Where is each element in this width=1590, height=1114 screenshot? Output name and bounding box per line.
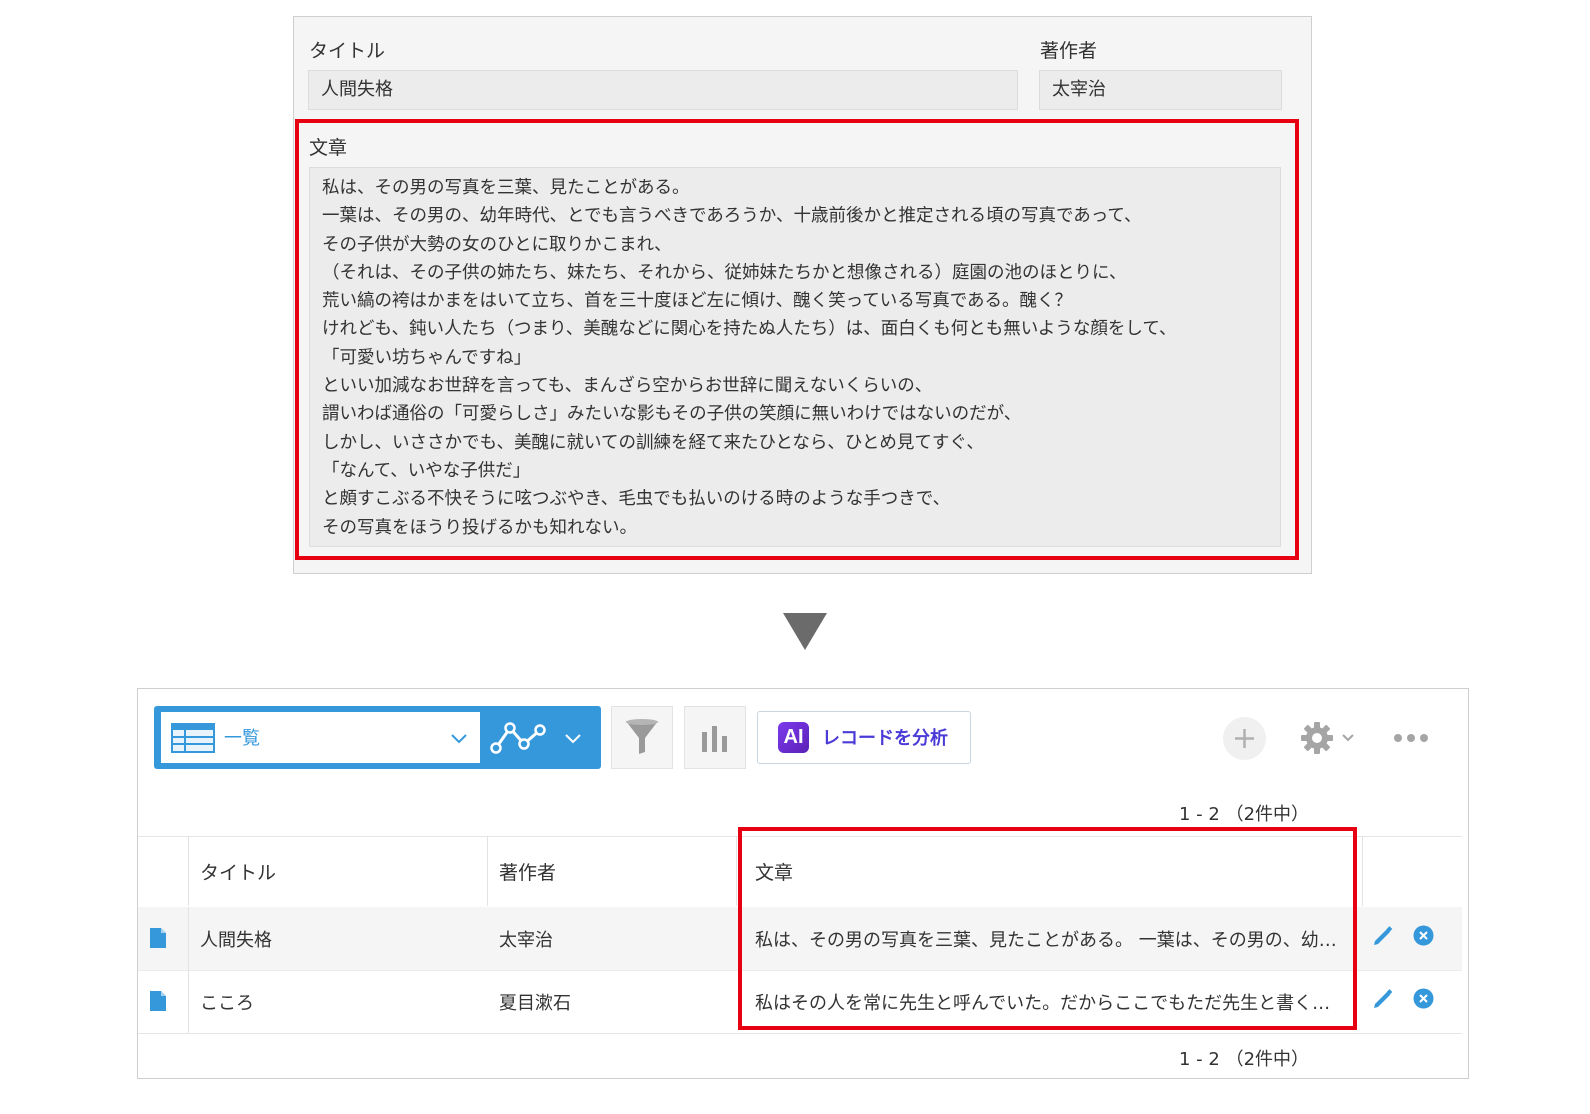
edit-pencil-icon[interactable]: [1372, 988, 1394, 1010]
body-text-line: （それは、その子供の姉たち、妹たち、それから、従姉妹たちかと想像される）庭園の池…: [322, 262, 1127, 283]
title-field-label: タイトル: [309, 40, 386, 62]
table-bottom-border: [138, 1033, 1462, 1034]
body-text-line: しかし、いささかでも、美醜に就いての訓練を経て来たひとなら、ひとめ見てすぐ、: [322, 432, 984, 453]
row-divider: [188, 970, 189, 1033]
cell-author: 太宰治: [499, 930, 553, 951]
pagination-top: 1 - 2 （2件中）: [1179, 804, 1310, 825]
body-text-line: 私は、その男の写真を三葉、見たことがある。: [322, 178, 690, 198]
column-header-title[interactable]: タイトル: [200, 858, 276, 885]
filter-icon: [626, 719, 658, 754]
cell-title: こころ: [200, 993, 254, 1014]
author-field-label: 著作者: [1040, 40, 1098, 62]
pagination-bottom: 1 - 2 （2件中）: [1179, 1049, 1310, 1070]
plus-icon: [1235, 729, 1254, 748]
cell-author: 夏目漱石: [499, 993, 571, 1014]
column-divider: [188, 836, 189, 906]
title-field-value: 人間失格: [308, 70, 1018, 110]
cell-body: 私はその人を常に先生と呼んでいた。だからここでもただ先生と書く…: [755, 993, 1331, 1014]
record-detail-icon[interactable]: [150, 928, 166, 948]
row-divider: [188, 907, 189, 970]
body-text-line: 「可愛い坊ちゃんですね」: [322, 347, 532, 368]
body-text-line: 「なんて、いやな子供だ」: [322, 460, 531, 481]
graph-icon[interactable]: [490, 718, 548, 758]
delete-icon[interactable]: [1413, 925, 1434, 946]
bar-chart-icon: [702, 726, 727, 752]
cell-title: 人間失格: [200, 930, 272, 951]
body-field-value: 私は、その男の写真を三葉、見たことがある。一葉は、その男の、幼年時代、とでも言う…: [309, 167, 1281, 547]
author-field-value: 太宰治: [1039, 70, 1282, 110]
body-text-line: 一葉は、その男の、幼年時代、とでも言うべきであろうか、十歳前後かと推定される頃の…: [322, 206, 1142, 227]
column-divider: [1362, 836, 1363, 906]
body-text-line: 荒い縞の袴はかまをはいて立ち、首を三十度ほど左に傾け、醜く笑っている写真である。…: [322, 291, 1073, 312]
analyze-records-label: レコードを分析: [822, 728, 948, 749]
down-arrow-icon: [783, 613, 827, 650]
more-options-icon[interactable]: [1393, 731, 1429, 745]
view-name: 一覧: [224, 728, 260, 749]
chevron-down-icon[interactable]: [450, 733, 468, 745]
body-field-label: 文章: [309, 137, 348, 159]
column-divider: [736, 836, 737, 906]
column-divider: [487, 836, 488, 906]
cell-body: 私は、その男の写真を三葉、見たことがある。 一葉は、その男の、幼…: [755, 930, 1337, 951]
graph-chevron-down-icon[interactable]: [564, 733, 582, 745]
body-text-line: その写真をほうり投げるかも知れない。: [322, 517, 637, 538]
body-text-line: と頗すこぶる不快そうに呟つぶやき、毛虫でも払いのける時のような手つきで、: [322, 489, 951, 510]
settings-chevron-down-icon[interactable]: [1341, 733, 1355, 743]
column-header-author[interactable]: 著作者: [499, 858, 556, 885]
body-text-line: その子供が大勢の女のひとに取りかこまれ、: [322, 234, 672, 255]
body-text-line: といい加減なお世辞を言っても、まんざら空からお世辞に聞えないくらいの、: [322, 376, 933, 397]
gear-icon[interactable]: [1299, 720, 1335, 756]
body-text-line: 謂いわば通俗の「可愛らしさ」みたいな影もその子供の笑顔に無いわけではないのだが、: [322, 404, 1022, 425]
delete-icon[interactable]: [1413, 988, 1434, 1009]
edit-pencil-icon[interactable]: [1372, 925, 1394, 947]
table-view-icon: [171, 723, 215, 753]
table-header: [138, 836, 1462, 908]
record-detail-icon[interactable]: [150, 991, 166, 1011]
body-text-line: けれども、鈍い人たち（つまり、美醜などに関心を持たぬ人たち）は、面白くも何とも無…: [322, 319, 1177, 340]
ai-icon: AI: [778, 722, 809, 753]
column-header-body[interactable]: 文章: [755, 858, 793, 885]
